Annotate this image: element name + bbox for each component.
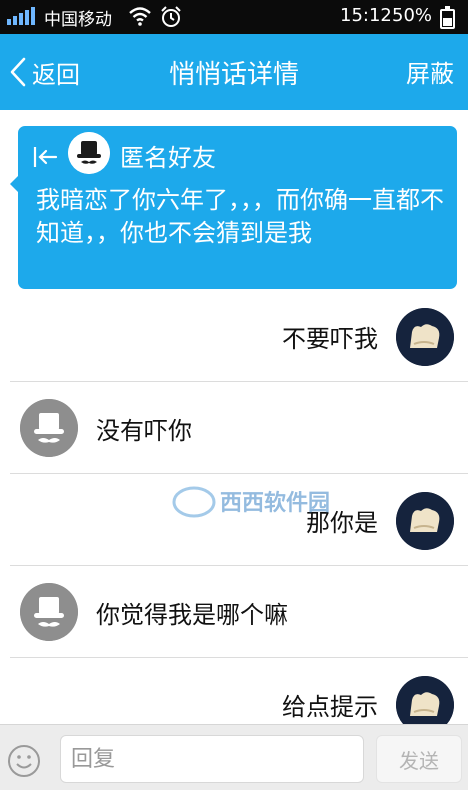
clock: 15:12	[340, 5, 392, 26]
send-button[interactable]: 发送	[376, 735, 462, 783]
anonymous-avatar[interactable]	[20, 583, 78, 641]
heart-avatar-icon	[396, 492, 454, 550]
block-button[interactable]: 屏蔽	[406, 54, 454, 89]
anonymous-avatar	[68, 132, 110, 174]
page-title: 悄悄话详情	[168, 60, 299, 90]
carrier-label: 中国移动	[44, 10, 112, 30]
message-text: 你觉得我是哪个嘛	[96, 600, 288, 629]
anonymous-avatar[interactable]	[20, 399, 78, 457]
message-row: 你觉得我是哪个嘛	[0, 566, 468, 658]
whisper-card: 匿名好友 我暗恋了你六年了，，，而你确一直都不知道，，你也不会猜到是我	[10, 126, 457, 289]
sender-name: 匿名好友	[120, 144, 216, 172]
emoji-icon[interactable]	[6, 743, 42, 779]
header-bar: 返回 悄悄话详情 屏蔽	[0, 34, 468, 110]
message-row: 不要吓我	[0, 290, 468, 382]
user-avatar[interactable]	[396, 308, 454, 366]
wifi-icon	[129, 7, 151, 26]
message-text: 没有吓你	[96, 416, 192, 445]
battery-percent: 50%	[392, 5, 433, 26]
heart-avatar-icon	[396, 308, 454, 366]
message-list[interactable]: 匿名好友 我暗恋了你六年了，，，而你确一直都不知道，，你也不会猜到是我 不要吓我…	[0, 110, 468, 724]
anonymous-hat-icon	[20, 399, 78, 457]
alarm-icon	[161, 6, 181, 27]
status-bar: 中国移动 15:12 50%	[0, 0, 468, 34]
svg-text:西西软件园: 西西软件园	[220, 490, 330, 516]
message-text: 给点提示	[282, 692, 378, 721]
anonymous-hat-icon	[68, 132, 110, 174]
signal-icon	[7, 7, 35, 25]
reply-bar: 发送	[0, 724, 468, 790]
heart-avatar-icon	[396, 676, 454, 724]
reply-input[interactable]	[60, 735, 364, 783]
watermark-logo: 西西软件园	[172, 486, 330, 518]
whisper-text: 我暗恋了你六年了，，，而你确一直都不知道，，你也不会猜到是我	[36, 186, 444, 247]
anonymous-hat-icon	[20, 583, 78, 641]
user-avatar[interactable]	[396, 676, 454, 724]
user-avatar[interactable]	[396, 492, 454, 550]
message-row: 没有吓你	[0, 382, 468, 474]
message-text: 不要吓我	[282, 324, 378, 353]
reply-arrow-icon	[33, 147, 58, 167]
message-row: 给点提示	[0, 658, 468, 724]
battery-icon	[440, 6, 455, 29]
